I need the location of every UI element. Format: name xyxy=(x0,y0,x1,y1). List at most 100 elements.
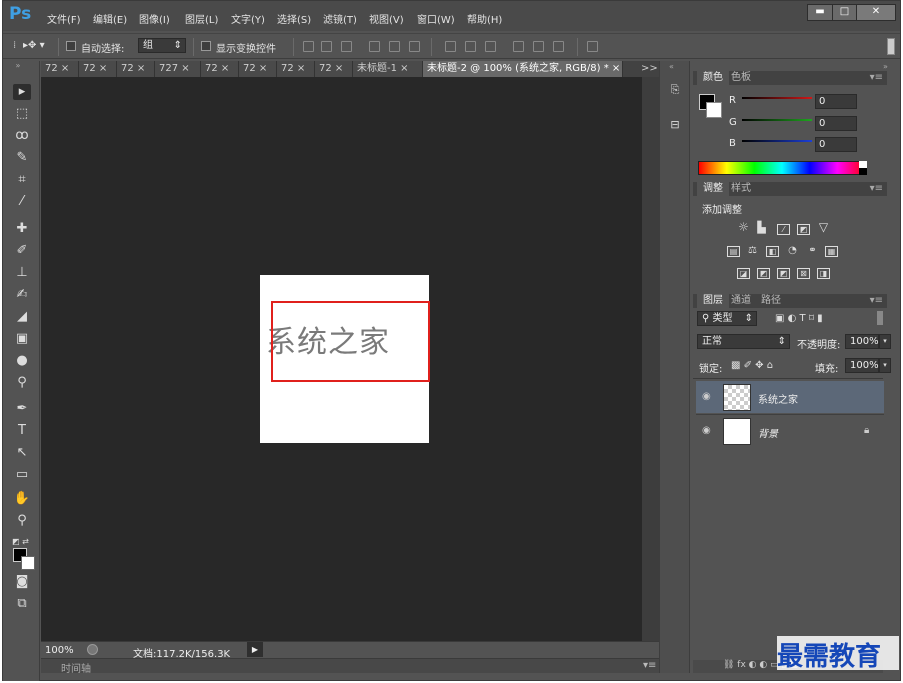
minimize-button[interactable]: ▬ xyxy=(807,4,833,21)
healing-brush-tool-icon[interactable]: ✚ xyxy=(13,221,31,237)
menu-select[interactable]: 选择(S) xyxy=(277,11,311,26)
blur-tool-icon[interactable]: ● xyxy=(13,353,31,369)
channel-mixer-icon[interactable]: ⚭ xyxy=(806,246,819,257)
gradient-map-icon[interactable]: ⊠ xyxy=(797,268,810,279)
share-icon[interactable] xyxy=(87,644,98,655)
maximize-button[interactable]: □ xyxy=(832,4,857,21)
timeline-label[interactable]: 时间轴 xyxy=(61,660,91,675)
close-button[interactable]: ✕ xyxy=(856,4,896,21)
filter-toggle-switch[interactable] xyxy=(877,311,883,325)
auto-select-checkbox[interactable] xyxy=(66,41,76,51)
panel-menu-icon[interactable]: ▾≡ xyxy=(870,183,883,194)
red-slider[interactable] xyxy=(742,97,812,99)
hand-tool-icon[interactable]: ✋ xyxy=(13,491,31,507)
chevron-down-icon[interactable]: ▾ xyxy=(879,334,891,349)
layer-filter-dropdown[interactable]: ⚲ 类型 ⇕ xyxy=(697,311,757,326)
eraser-tool-icon[interactable]: ◢ xyxy=(13,309,31,325)
lasso-tool-icon[interactable]: ꝏ xyxy=(13,128,31,144)
panel-menu-icon[interactable]: ▾≡ xyxy=(643,660,656,671)
auto-align-icon[interactable] xyxy=(587,41,598,52)
tab-channels[interactable]: 通道 xyxy=(725,294,757,308)
auto-select-dropdown[interactable]: 组 ⇕ xyxy=(138,38,186,53)
tab-doc-4[interactable]: 727 × xyxy=(155,61,201,77)
zoom-tool-icon[interactable]: ⚲ xyxy=(13,513,31,529)
eyedropper-tool-icon[interactable]: ⁄ xyxy=(13,194,31,210)
color-balance-icon[interactable]: ⚖ xyxy=(746,246,759,257)
close-icon[interactable]: × xyxy=(297,63,305,74)
history-brush-tool-icon[interactable]: ✍ xyxy=(13,287,31,303)
photo-filter-icon[interactable]: ◔ xyxy=(786,246,799,257)
path-select-tool-icon[interactable]: ↖ xyxy=(13,445,31,461)
layer-name[interactable]: 背景 xyxy=(758,425,778,440)
menu-image[interactable]: 图像(I) xyxy=(139,11,170,26)
posterize-icon[interactable]: ◩ xyxy=(757,268,770,279)
eye-icon[interactable]: ◉ xyxy=(702,425,711,436)
distribute-bottom-icon[interactable] xyxy=(485,41,496,52)
green-slider[interactable] xyxy=(742,119,812,121)
menu-layer[interactable]: 图层(L) xyxy=(185,11,218,26)
hue-saturation-icon[interactable]: ▤ xyxy=(727,246,740,257)
levels-icon[interactable]: ▙ xyxy=(755,222,768,234)
tab-doc-8[interactable]: 72 × xyxy=(315,61,353,77)
marquee-tool-icon[interactable]: ⬚ xyxy=(13,106,31,122)
zoom-level[interactable]: 100% xyxy=(45,645,74,656)
type-tool-icon[interactable]: T xyxy=(13,423,31,439)
move-tool-icon[interactable]: ▸ xyxy=(13,84,31,100)
blue-slider[interactable] xyxy=(742,140,812,142)
distribute-left-icon[interactable] xyxy=(513,41,524,52)
blue-value-field[interactable]: 0 xyxy=(815,137,857,152)
distribute-hcenter-icon[interactable] xyxy=(533,41,544,52)
layer-row-background[interactable]: ◉ 背景 🔒︎ xyxy=(696,414,884,446)
red-value-field[interactable]: 0 xyxy=(815,94,857,109)
black-swatch[interactable] xyxy=(859,168,867,175)
vibrance-icon[interactable]: ▽ xyxy=(817,221,830,234)
screen-mode-icon[interactable]: ⧉ xyxy=(13,596,31,612)
tab-doc-1[interactable]: 72 × xyxy=(41,61,79,77)
distribute-top-icon[interactable] xyxy=(445,41,456,52)
tab-paths[interactable]: 路径 xyxy=(755,294,787,308)
dodge-tool-icon[interactable]: ⚲ xyxy=(13,375,31,391)
move-tool-preset-icon[interactable]: ▸✥ ▾ xyxy=(23,40,45,51)
tab-doc-6[interactable]: 72 × xyxy=(239,61,277,77)
close-icon[interactable]: × xyxy=(61,63,69,74)
color-background-swatch[interactable] xyxy=(706,102,722,118)
tab-untitled-2[interactable]: 未标题-2 @ 100% (系统之家, RGB/8) * × xyxy=(423,61,623,77)
show-transform-checkbox[interactable] xyxy=(201,41,211,51)
default-colors-icon[interactable]: ◩ ⇄ xyxy=(12,537,29,546)
blend-mode-dropdown[interactable]: 正常 ⇕ xyxy=(697,334,790,349)
close-icon[interactable]: × xyxy=(612,63,620,74)
layer-name[interactable]: 系统之家 xyxy=(758,391,798,406)
close-icon[interactable]: × xyxy=(221,63,229,74)
tab-doc-2[interactable]: 72 × xyxy=(79,61,117,77)
menu-edit[interactable]: 编辑(E) xyxy=(93,11,127,26)
menu-view[interactable]: 视图(V) xyxy=(369,11,404,26)
clone-stamp-tool-icon[interactable]: ⊥ xyxy=(13,265,31,281)
brush-tool-icon[interactable]: ✐ xyxy=(13,243,31,259)
black-white-icon[interactable]: ◧ xyxy=(766,246,779,257)
distribute-vcenter-icon[interactable] xyxy=(465,41,476,52)
align-right-icon[interactable] xyxy=(409,41,420,52)
green-value-field[interactable]: 0 xyxy=(815,116,857,131)
tab-styles[interactable]: 样式 xyxy=(725,182,757,196)
tab-doc-5[interactable]: 72 × xyxy=(201,61,239,77)
align-hcenter-icon[interactable] xyxy=(389,41,400,52)
selective-color-icon[interactable]: ◨ xyxy=(817,268,830,279)
panel-toggle-handle[interactable] xyxy=(887,38,895,55)
white-swatch[interactable] xyxy=(859,161,867,168)
brightness-icon[interactable]: ☼ xyxy=(737,221,750,234)
collapse-icon[interactable]: » xyxy=(9,62,27,70)
gradient-tool-icon[interactable]: ▣ xyxy=(13,331,31,347)
exposure-icon[interactable]: ◩ xyxy=(797,224,810,235)
curves-icon[interactable]: ⁄ xyxy=(777,224,790,235)
lock-options-icons[interactable]: ▩ ✐ ✥ ⌂ xyxy=(731,360,773,371)
quick-select-tool-icon[interactable]: ✎ xyxy=(13,150,31,166)
quick-mask-icon[interactable]: ◙ xyxy=(13,574,31,590)
pen-tool-icon[interactable]: ✒ xyxy=(13,401,31,417)
properties-panel-icon[interactable]: ⊟ xyxy=(668,118,682,132)
menu-filter[interactable]: 滤镜(T) xyxy=(323,11,357,26)
color-lookup-icon[interactable]: ▦ xyxy=(825,246,838,257)
menu-help[interactable]: 帮助(H) xyxy=(467,11,502,26)
tab-doc-3[interactable]: 72 × xyxy=(117,61,155,77)
layer-filter-icons[interactable]: ▣ ◐ T ⌑ ▮ xyxy=(775,313,823,324)
crop-tool-icon[interactable]: ⌗ xyxy=(13,172,31,188)
